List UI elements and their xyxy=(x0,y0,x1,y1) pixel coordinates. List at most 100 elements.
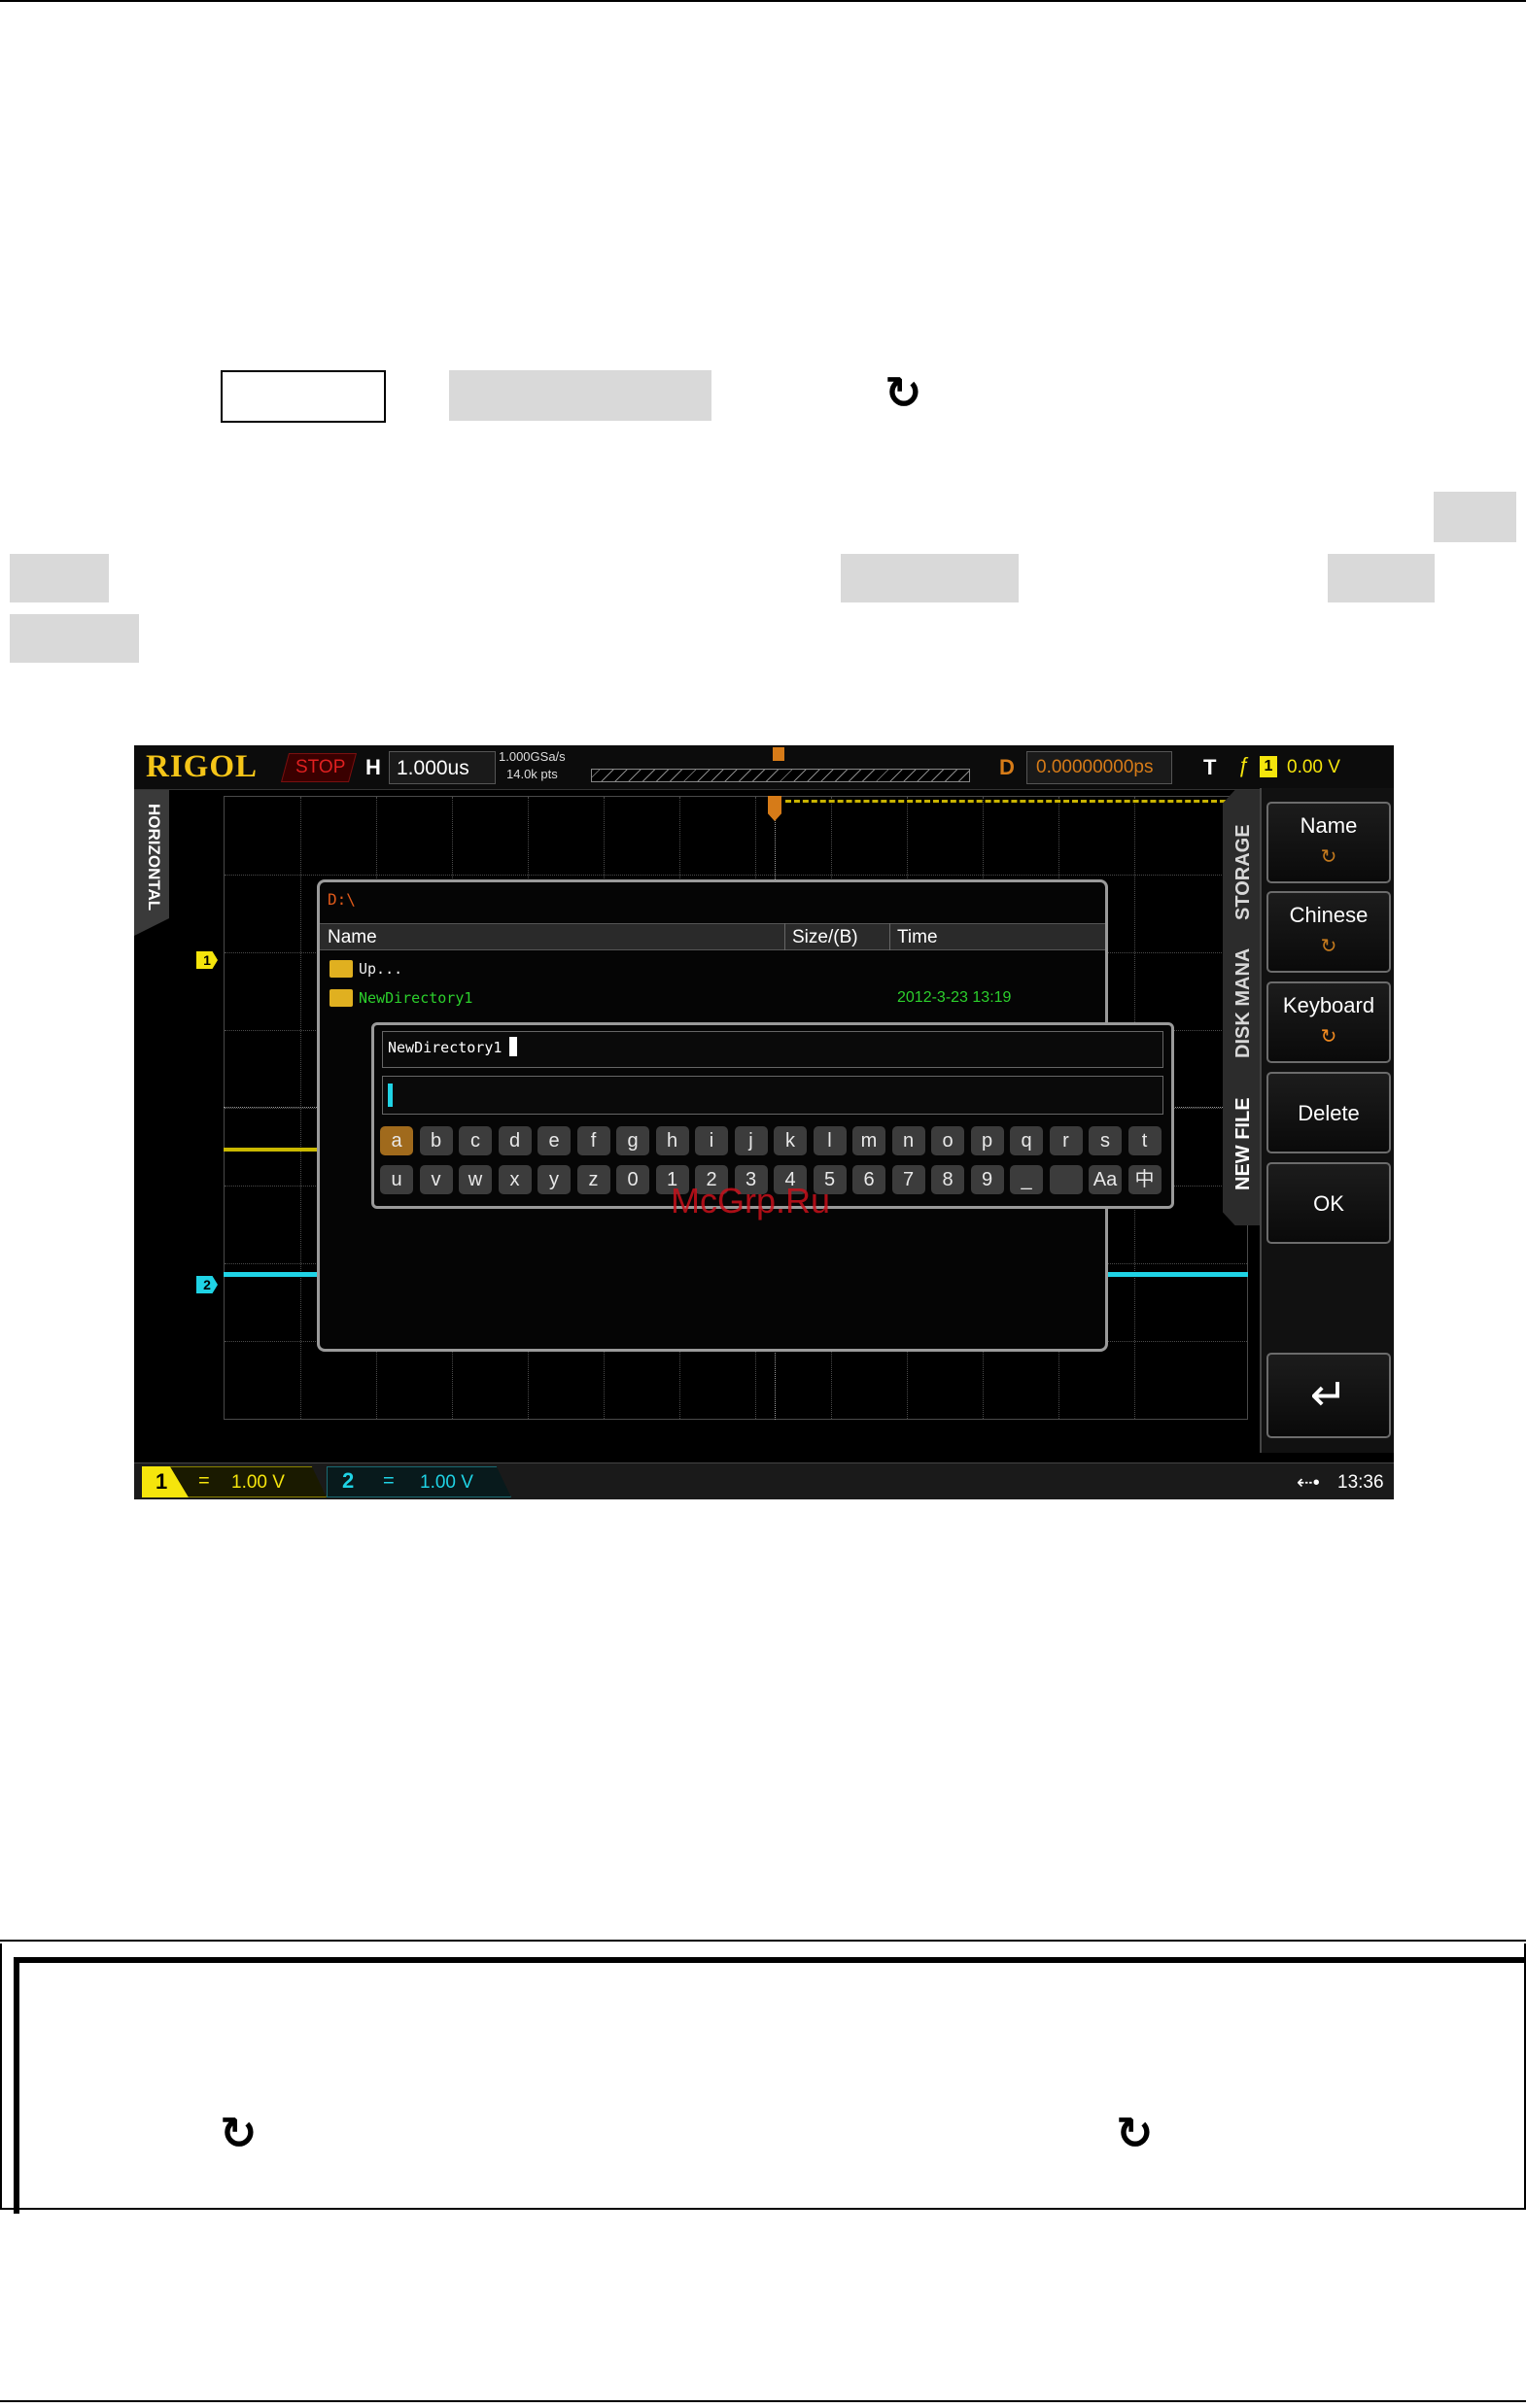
softkey-label: Chinese xyxy=(1289,903,1369,927)
key[interactable]: m xyxy=(852,1126,885,1155)
key[interactable]: t xyxy=(1127,1126,1162,1155)
bottom-rule xyxy=(0,2400,1526,2402)
file-table-header xyxy=(320,923,1105,950)
key[interactable]: n xyxy=(891,1126,925,1155)
delay-label: D xyxy=(999,755,1015,779)
menu-key-highlight xyxy=(841,554,1019,602)
knob-icon: ↻ xyxy=(884,366,922,419)
key[interactable]: u xyxy=(380,1165,413,1194)
key[interactable]: f xyxy=(576,1126,610,1155)
key[interactable]: g xyxy=(616,1126,649,1155)
key[interactable]: i xyxy=(695,1126,728,1155)
trigger-label: T xyxy=(1203,755,1217,779)
run-state-label: STOP xyxy=(295,757,346,777)
oscilloscope-screen: RIGOL STOP H 1.000us 1.000GSa/s 14.0k pt… xyxy=(134,745,1394,1499)
softkey-label: OK xyxy=(1313,1191,1344,1216)
ch2-trace-right xyxy=(1108,1272,1248,1277)
key[interactable]: e xyxy=(538,1126,571,1155)
ch2-coupling: = xyxy=(383,1470,395,1492)
knob-icon: ↻ xyxy=(1116,2107,1154,2159)
softkey-keyboard[interactable]: Keyboard ↻ xyxy=(1266,981,1391,1063)
softkey-label: Keyboard xyxy=(1282,993,1375,1017)
list-item[interactable]: NewDirectory1 2012-3-23 13:19 xyxy=(320,986,1105,1012)
input-caret xyxy=(388,1084,393,1107)
key[interactable] xyxy=(1049,1165,1083,1194)
ch2-status[interactable] xyxy=(327,1466,511,1497)
trigger-source-badge: 1 xyxy=(1260,756,1277,777)
timebase-value: 1.000us xyxy=(397,757,469,779)
key[interactable]: a xyxy=(380,1126,413,1155)
key[interactable]: d xyxy=(498,1126,532,1155)
key[interactable]: _ xyxy=(1010,1165,1043,1194)
keyboard-row-1: abcdefghijklmnopqrst xyxy=(380,1126,1167,1157)
text-cursor xyxy=(509,1037,517,1056)
key[interactable]: x xyxy=(498,1165,532,1194)
column-divider xyxy=(784,923,785,950)
side-tab-disk-manage[interactable]: DISK MANA xyxy=(1232,948,1255,1058)
key[interactable]: s xyxy=(1089,1126,1122,1155)
ch2-number: 2 xyxy=(342,1468,355,1493)
note-inner-box xyxy=(14,1957,1526,2214)
ch1-coupling: = xyxy=(198,1470,210,1492)
key[interactable]: w xyxy=(459,1165,492,1194)
key[interactable]: 6 xyxy=(852,1165,885,1194)
softkey-ok[interactable]: OK xyxy=(1266,1162,1391,1244)
key[interactable]: v xyxy=(419,1165,453,1194)
menu-key-highlight xyxy=(1328,554,1435,602)
key[interactable]: z xyxy=(576,1165,610,1194)
key[interactable]: b xyxy=(419,1126,453,1155)
ch1-marker: 1 xyxy=(196,951,218,969)
sample-rate: 1.000GSa/s xyxy=(499,749,566,764)
key[interactable]: o xyxy=(931,1126,964,1155)
trigger-edge-icon: ƒ xyxy=(1238,753,1251,777)
key[interactable]: h xyxy=(655,1126,689,1155)
memory-depth: 14.0k pts xyxy=(506,767,558,781)
key[interactable]: 0 xyxy=(616,1165,649,1194)
side-tab-storage[interactable]: STORAGE xyxy=(1232,824,1255,920)
menu-key-highlight xyxy=(1434,492,1516,542)
knob-icon: ↻ xyxy=(1320,846,1337,868)
front-panel-key-box xyxy=(221,370,386,423)
file-name: Up... xyxy=(359,960,403,978)
input-field[interactable] xyxy=(382,1076,1163,1115)
name-field-text: NewDirectory1 xyxy=(388,1039,503,1056)
return-icon: ↵ xyxy=(1309,1369,1348,1420)
knob-icon: ↻ xyxy=(220,2107,258,2159)
horizontal-tab-label: HORIZONTAL xyxy=(145,804,163,912)
key[interactable]: p xyxy=(970,1126,1004,1155)
watermark: McGrp.Ru xyxy=(671,1181,831,1221)
folder-icon xyxy=(329,989,353,1007)
ch2-marker: 2 xyxy=(196,1276,218,1293)
softkey-delete[interactable]: Delete xyxy=(1266,1072,1391,1153)
softkey-return[interactable]: ↵ xyxy=(1266,1353,1391,1438)
list-item[interactable]: Up... xyxy=(320,958,1105,983)
key[interactable]: 9 xyxy=(970,1165,1004,1194)
key[interactable]: 7 xyxy=(891,1165,925,1194)
column-size[interactable]: Size/(B) xyxy=(792,927,858,948)
key[interactable]: c xyxy=(459,1126,492,1155)
folder-up-icon xyxy=(329,960,353,978)
key[interactable]: q xyxy=(1010,1126,1043,1155)
menu-key-highlight xyxy=(449,370,711,421)
trigger-position-marker xyxy=(773,747,784,761)
note-top-rule xyxy=(0,1940,1526,1942)
knob-icon: ↻ xyxy=(1320,936,1337,957)
key[interactable]: j xyxy=(734,1126,768,1155)
trigger-level: 0.00 V xyxy=(1287,757,1340,777)
ch2-scale: 1.00 V xyxy=(420,1472,473,1493)
key[interactable]: Aa xyxy=(1089,1165,1122,1194)
softkey-name[interactable]: Name ↻ xyxy=(1266,802,1391,883)
key[interactable]: 中 xyxy=(1127,1165,1162,1194)
key[interactable]: r xyxy=(1049,1126,1083,1155)
column-name[interactable]: Name xyxy=(328,927,377,948)
softkey-label: Name xyxy=(1300,813,1358,838)
key[interactable]: l xyxy=(813,1126,847,1155)
key[interactable]: y xyxy=(538,1165,571,1194)
side-tab-new-file[interactable]: NEW FILE xyxy=(1232,1097,1255,1190)
ch2-trace-left xyxy=(224,1272,317,1277)
key[interactable]: k xyxy=(774,1126,807,1155)
clock: 13:36 xyxy=(1337,1472,1384,1493)
softkey-chinese[interactable]: Chinese ↻ xyxy=(1266,891,1391,973)
key[interactable]: 8 xyxy=(931,1165,964,1194)
column-time[interactable]: Time xyxy=(897,927,938,948)
